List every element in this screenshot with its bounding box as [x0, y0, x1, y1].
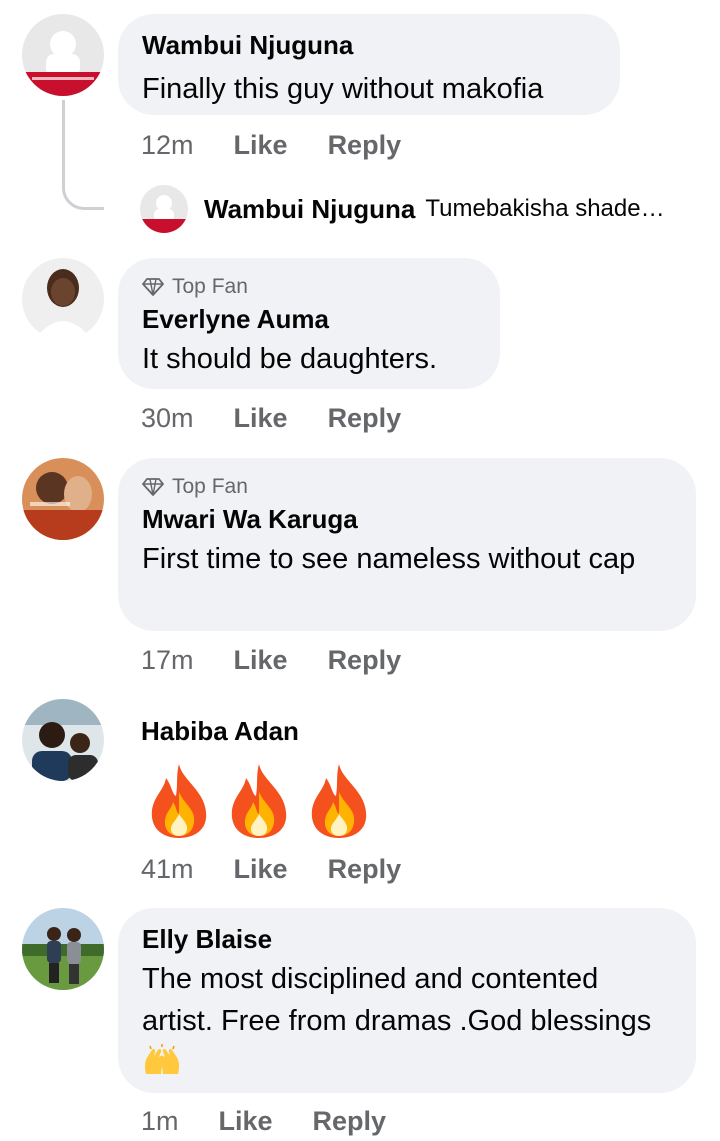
like-button[interactable]: Like: [234, 645, 288, 676]
top-fan-badge: Top Fan: [142, 274, 476, 300]
reply-button[interactable]: Reply: [328, 854, 402, 885]
avatar[interactable]: [22, 699, 104, 781]
reply-text: Tumebakisha shade…: [425, 195, 665, 222]
comment-author[interactable]: Elly Blaise: [142, 924, 672, 954]
like-button[interactable]: Like: [234, 403, 288, 434]
comment-text: First time to see nameless without cap: [142, 543, 636, 575]
badge-label: Top Fan: [172, 475, 248, 498]
comment-actions: 1m Like Reply: [141, 1103, 426, 1139]
comment-timestamp: 30m: [141, 402, 194, 433]
comment-text: The most disciplined and contented artis…: [142, 958, 672, 1084]
reply-button[interactable]: Reply: [328, 645, 402, 676]
reply-author[interactable]: Wambui Njuguna: [204, 194, 415, 225]
emoji-reaction: [144, 762, 384, 840]
diamond-icon: [142, 478, 164, 496]
comment-actions: 30m Like Reply: [141, 400, 441, 436]
comment-text-body: The most disciplined and contented artis…: [142, 963, 652, 1037]
comments-section: Wambui Njuguna Finally this guy without …: [0, 0, 720, 1141]
avatar[interactable]: [22, 14, 104, 96]
badge-label: Top Fan: [172, 275, 248, 298]
top-fan-badge: Top Fan: [142, 474, 672, 500]
diamond-icon: [142, 278, 164, 296]
reply-button[interactable]: Reply: [328, 130, 402, 161]
fire-emoji-icon: [311, 764, 367, 838]
comment-author[interactable]: Habiba Adan: [141, 716, 299, 746]
comment-timestamp: 12m: [141, 129, 194, 160]
comment-author[interactable]: Wambui Njuguna: [142, 30, 596, 60]
comment-actions: 17m Like Reply: [141, 642, 441, 678]
reply-preview[interactable]: Wambui Njuguna Tumebakisha shade…: [140, 185, 665, 233]
reply-thread-line: [62, 100, 104, 210]
like-button[interactable]: Like: [234, 130, 288, 161]
comment-bubble: Wambui Njuguna Finally this guy without …: [118, 14, 620, 115]
avatar[interactable]: [22, 458, 104, 540]
like-button[interactable]: Like: [234, 854, 288, 885]
comment-actions: 41m Like Reply: [141, 851, 441, 887]
comment-timestamp: 17m: [141, 644, 194, 675]
like-button[interactable]: Like: [219, 1106, 273, 1137]
avatar[interactable]: [22, 908, 104, 990]
comment-author[interactable]: Everlyne Auma: [142, 304, 476, 334]
comment-actions: 12m Like Reply: [141, 127, 441, 163]
comment-author[interactable]: Mwari Wa Karuga: [142, 504, 672, 534]
avatar[interactable]: [22, 258, 104, 340]
comment-bubble: Top Fan Everlyne Auma It should be daugh…: [118, 258, 500, 389]
comment-bubble: Elly Blaise The most disciplined and con…: [118, 908, 696, 1093]
comment-timestamp: 41m: [141, 853, 194, 884]
comment-bubble: Top Fan Mwari Wa Karuga First time to se…: [118, 458, 696, 631]
raising-hands-emoji-icon: [144, 1044, 180, 1074]
comment-text: It should be daughters.: [142, 343, 438, 375]
fire-emoji-icon: [151, 764, 207, 838]
avatar: [140, 185, 188, 233]
reply-button[interactable]: Reply: [313, 1106, 387, 1137]
reply-button[interactable]: Reply: [328, 403, 402, 434]
comment-text: Finally this guy without makofia: [142, 73, 544, 105]
comment-timestamp: 1m: [141, 1105, 179, 1136]
fire-emoji-icon: [231, 764, 287, 838]
